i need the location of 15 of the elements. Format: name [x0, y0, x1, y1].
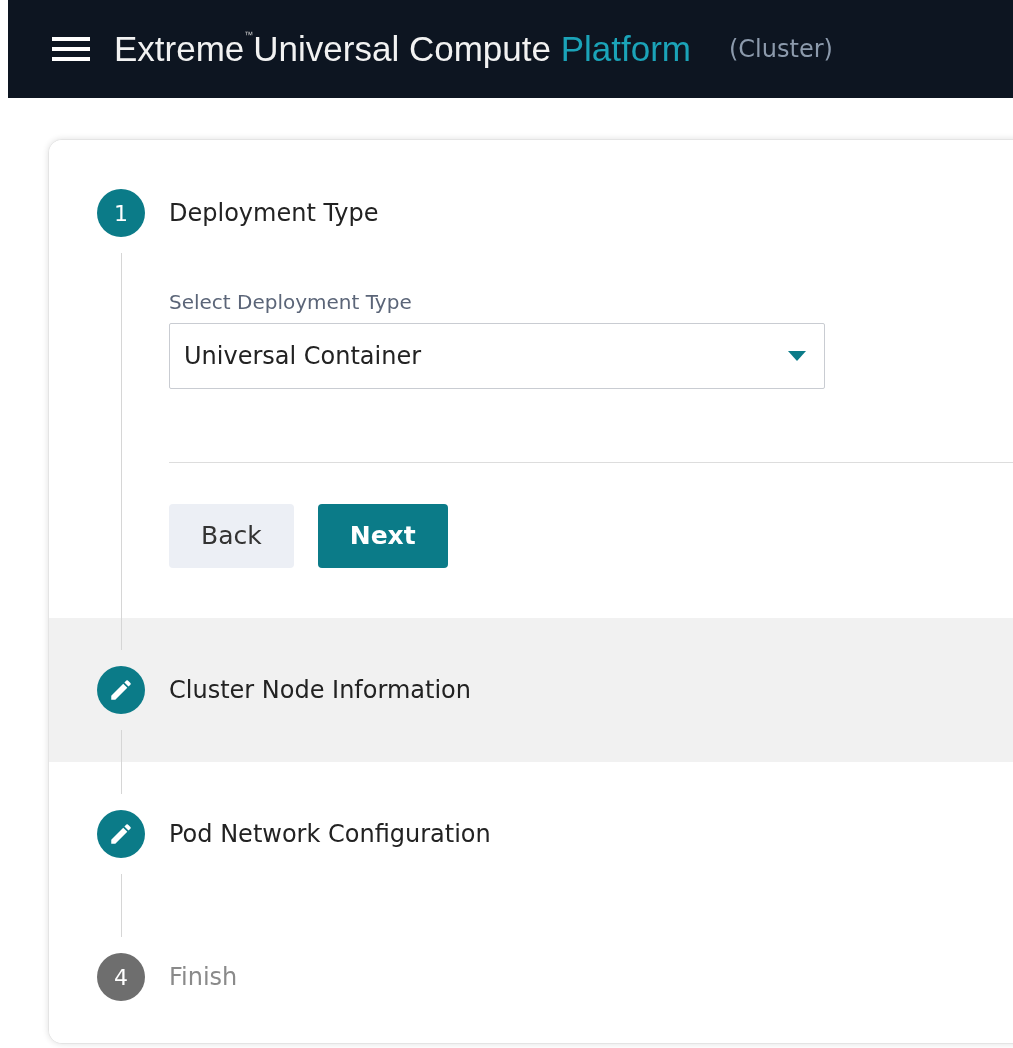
back-button[interactable]: Back — [169, 504, 294, 568]
step-title[interactable]: Deployment Type — [169, 189, 1013, 237]
next-button[interactable]: Next — [317, 504, 448, 568]
step-row[interactable]: Cluster Node Information — [49, 618, 1013, 762]
field-label: Select Deployment Type — [169, 289, 413, 316]
select-field[interactable]: Universal Container — [169, 323, 825, 389]
step-title[interactable]: Pod Network Configuration — [169, 810, 491, 858]
step-title: Finish — [169, 962, 238, 993]
step-title[interactable]: Cluster Node Information — [169, 666, 471, 714]
step-number: 4 — [97, 953, 145, 1001]
step-number: 1 — [97, 189, 145, 237]
caret-icon — [788, 351, 806, 361]
menu-icon[interactable] — [52, 36, 90, 62]
step-row[interactable]: 1 Deployment Type Select Deployment Type Universal Container Back Next — [49, 140, 1013, 618]
context-label: (Cluster) — [729, 34, 833, 65]
